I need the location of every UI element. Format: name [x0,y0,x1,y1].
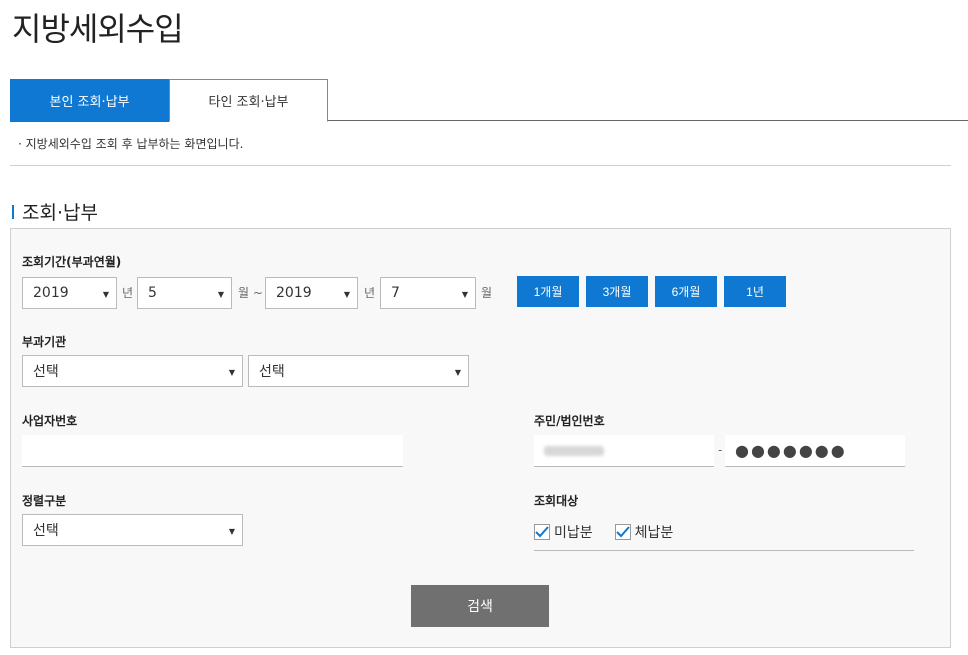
chevron-down-icon: ▼ [454,368,461,377]
period-3months-button[interactable]: 3개월 [586,276,648,307]
resident-no-front-input[interactable] [534,435,714,467]
masked-value: ●●●●●●● [735,441,847,460]
check-icon [534,524,550,540]
agency-label: 부과기관 [22,335,67,349]
chevron-down-icon: ▼ [102,290,109,299]
resident-no-back-input[interactable]: ●●●●●●● [725,435,905,467]
to-year-select[interactable]: 2019 ▼ [265,277,358,309]
checkbox-overdue[interactable]: 체납분 [614,522,674,542]
tab-self-inquiry[interactable]: 본인 조회·납부 [10,79,169,122]
to-month-unit: 월 [481,286,493,300]
chevron-down-icon: ▼ [228,368,235,377]
sort-select[interactable]: 선택 ▼ [22,514,243,546]
from-month-value: 5 [148,285,157,301]
blurred-value [544,445,604,456]
period-1year-button[interactable]: 1년 [724,276,786,307]
checkbox-overdue-label: 체납분 [634,525,674,541]
checkbox-unpaid[interactable]: 미납분 [534,522,593,542]
to-month-value: 7 [391,285,400,301]
business-no-label: 사업자번호 [22,414,78,428]
sort-label: 정렬구분 [22,494,67,508]
chevron-down-icon: ▼ [228,527,235,536]
to-month-select[interactable]: 7 ▼ [380,277,476,309]
search-button[interactable]: 검색 [411,585,549,627]
checkbox-unpaid-label: 미납분 [554,525,593,541]
period-1month-button[interactable]: 1개월 [517,276,579,307]
from-month-select[interactable]: 5 ▼ [137,277,232,309]
chevron-down-icon: ▼ [217,290,224,299]
chevron-down-icon: ▼ [461,290,468,299]
target-label: 조회대상 [534,494,579,508]
section-title: 조회·납부 [12,198,98,225]
chevron-down-icon: ▼ [343,290,350,299]
period-label: 조회기간(부과연월) [22,255,122,269]
from-year-value: 2019 [33,285,69,301]
agency-select-2[interactable]: 선택 ▼ [248,355,469,387]
page-title: 지방세외수입 [12,10,184,48]
tab-bar: 본인 조회·납부 타인 조회·납부 [10,79,968,122]
from-month-unit: 월 ~ [238,286,263,300]
from-year-unit: 년 [122,286,134,300]
to-year-unit: 년 [364,286,376,300]
to-year-value: 2019 [276,285,312,301]
section-bar-icon [12,204,14,219]
period-6months-button[interactable]: 6개월 [655,276,717,307]
agency-select-1[interactable]: 선택 ▼ [22,355,243,387]
business-no-input[interactable] [22,435,403,467]
from-year-select[interactable]: 2019 ▼ [22,277,117,309]
resident-no-dash: - [718,443,723,457]
resident-no-label: 주민/법인번호 [534,414,605,428]
notice-text: · 지방세외수입 조회 후 납부하는 화면입니다. [10,122,951,166]
tab-other-inquiry[interactable]: 타인 조회·납부 [169,79,328,122]
sort-select-value: 선택 [33,523,59,539]
check-icon [614,524,631,540]
agency-select-2-value: 선택 [259,364,285,380]
target-options: 미납분 체납분 [534,514,914,551]
section-title-label: 조회·납부 [22,202,98,224]
agency-select-1-value: 선택 [33,364,59,380]
